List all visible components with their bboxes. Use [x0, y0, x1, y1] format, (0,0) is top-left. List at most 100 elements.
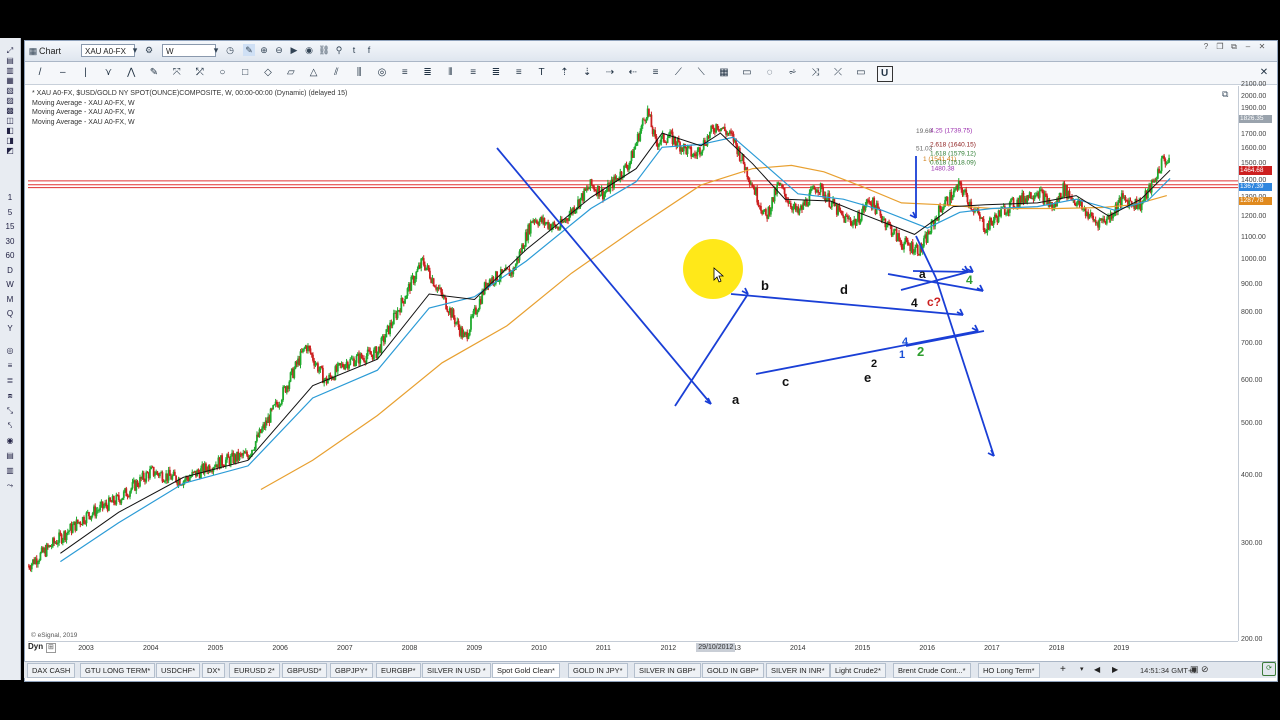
tab-12[interactable]: GOLD IN GBP* [702, 663, 764, 678]
drawing-tool-icon[interactable]: ⋎ [101, 66, 115, 80]
drawing-tool-icon[interactable]: ○ [215, 66, 229, 80]
drawing-tool-icon[interactable]: ≣ [489, 66, 503, 80]
tab-2[interactable]: USDCHF* [156, 663, 201, 678]
timeframe-button[interactable]: 30 [4, 237, 16, 247]
facebook-icon[interactable]: f [363, 44, 375, 56]
left-tool-icon[interactable]: ◧ [4, 126, 16, 136]
left-tool-icon[interactable]: ≡ [4, 361, 16, 371]
tab-9[interactable]: Spot Gold Clean* [492, 663, 560, 678]
price-chart[interactable]: abcde241 24ac?44.25 (1739.75)2.618 (1640.… [28, 86, 1238, 641]
tab-7[interactable]: EURGBP* [376, 663, 421, 678]
help-icon[interactable]: ? [1201, 42, 1211, 52]
drawing-tool-icon[interactable]: ≣ [421, 66, 435, 80]
drawing-tool-icon[interactable]: ≡ [398, 66, 412, 80]
close-toolbar-icon[interactable]: ✕ [1257, 66, 1271, 80]
drawing-tool-icon[interactable]: △ [307, 66, 321, 80]
drawing-tool-icon[interactable]: ⇠ [626, 66, 640, 80]
drawing-tool-icon[interactable]: ▱ [284, 66, 298, 80]
timeframe-button[interactable]: 5 [4, 208, 16, 218]
left-tool-icon[interactable]: ⤡ [4, 406, 16, 416]
drawing-tool-icon[interactable]: ⟍ [694, 66, 708, 80]
drawing-tool-icon[interactable]: ▦ [717, 66, 731, 80]
drawing-tool-icon[interactable]: U [876, 66, 893, 82]
detach-icon[interactable]: ⧉ [1229, 42, 1239, 52]
axis-grid-icon[interactable]: ⊞ [46, 643, 56, 653]
timeframe-button[interactable]: 15 [4, 222, 16, 232]
drawing-tool-icon[interactable]: ⇡ [557, 66, 571, 80]
drawing-tool-icon[interactable]: ◌ [763, 66, 777, 80]
left-tool-icon[interactable]: ▥ [4, 466, 16, 476]
tab-1[interactable]: GTU LONG TERM* [80, 663, 156, 678]
left-tool-icon[interactable]: ⤢ [4, 46, 16, 56]
drawing-tool-icon[interactable]: / [33, 66, 47, 80]
drawing-tool-icon[interactable]: ⫽ [329, 66, 343, 80]
panel-menu-icon[interactable]: ⧉ [1222, 89, 1228, 100]
tab-prev-icon[interactable]: ◀ [1094, 663, 1100, 676]
timeframe-button[interactable]: 1 [4, 193, 16, 203]
drawing-tool-icon[interactable]: T [535, 66, 549, 80]
minimize-icon[interactable]: – [1243, 42, 1253, 52]
drawing-tool-icon[interactable]: ⇢ [603, 66, 617, 80]
drawing-tool-icon[interactable]: ▭ [740, 66, 754, 80]
restore-icon[interactable]: ❐ [1215, 42, 1225, 52]
left-tool-icon[interactable]: ▧ [4, 86, 16, 96]
timeframe-button[interactable]: D [4, 266, 16, 276]
left-tool-icon[interactable]: ≣ [4, 376, 16, 386]
drawing-tool-icon[interactable]: ≡ [512, 66, 526, 80]
twitter-icon[interactable]: t [348, 44, 360, 56]
left-tool-icon[interactable]: ⤳ [4, 481, 16, 491]
timeframe-button[interactable]: M [4, 295, 16, 305]
drawing-tool-icon[interactable]: ⩫ [785, 66, 799, 80]
zoom-in-icon[interactable]: ⊕ [258, 44, 270, 56]
tab-4[interactable]: EURUSD 2* [229, 663, 280, 678]
drawing-tool-icon[interactable]: | [79, 66, 93, 80]
left-tool-icon[interactable]: ⤣ [4, 421, 16, 431]
tab-15[interactable]: Brent Crude Cont...* [893, 663, 971, 678]
tab-5[interactable]: GBPUSD* [282, 663, 327, 678]
drawing-tool-icon[interactable]: □ [238, 66, 252, 80]
drawing-tool-icon[interactable]: ⤱ [193, 66, 207, 80]
drawing-tool-icon[interactable]: ⤧ [170, 66, 184, 80]
play-icon[interactable]: ▶ [288, 44, 300, 56]
tab-13[interactable]: SILVER IN INR* [766, 663, 830, 678]
price-axis[interactable]: 2100.002000.001900.001800.001700.001600.… [1238, 81, 1273, 643]
left-tool-icon[interactable]: ▩ [4, 106, 16, 116]
drawing-tool-icon[interactable]: ⋀ [124, 66, 138, 80]
drawing-tool-icon[interactable]: ⫴ [443, 66, 457, 80]
drawing-tool-icon[interactable]: ⟋ [671, 66, 685, 80]
drawing-tool-icon[interactable]: ≡ [649, 66, 663, 80]
drawing-tool-icon[interactable]: ⇣ [580, 66, 594, 80]
dyn-label[interactable]: Dyn [28, 642, 43, 651]
drawing-tool-icon[interactable]: ◎ [375, 66, 389, 80]
timeframe-button[interactable]: Y [4, 324, 16, 334]
drawing-tool-icon[interactable]: ≡ [466, 66, 480, 80]
tab-dropdown-icon[interactable]: ▾ [1080, 663, 1084, 676]
interval-dropdown-icon[interactable]: ▾ [210, 44, 222, 56]
tab-10[interactable]: GOLD IN JPY* [568, 663, 628, 678]
left-tool-icon[interactable]: ◉ [4, 436, 16, 446]
timeframe-button[interactable]: W [4, 280, 16, 290]
left-tool-icon[interactable]: ▤ [4, 451, 16, 461]
drawing-tool-icon[interactable]: ⫼ [352, 66, 366, 80]
left-tool-icon[interactable]: ▥ [4, 66, 16, 76]
symbol-input[interactable]: XAU A0-FX [81, 44, 135, 57]
tab-3[interactable]: DX* [202, 663, 226, 678]
drawing-tool-icon[interactable]: ▭ [854, 66, 868, 80]
left-tool-icon[interactable]: ◩ [4, 146, 16, 156]
link-icon[interactable]: ⛓ [318, 44, 330, 56]
close-icon[interactable]: ✕ [1257, 42, 1267, 52]
zoom-out-icon[interactable]: ⊖ [273, 44, 285, 56]
drawing-tool-icon[interactable]: ⤫ [831, 66, 845, 80]
drawing-tool-icon[interactable]: ⤨ [808, 66, 822, 80]
drawing-tool-icon[interactable]: ✎ [147, 66, 161, 80]
scroll-icon[interactable]: ◉ [303, 44, 315, 56]
left-tool-icon[interactable]: ◎ [4, 346, 16, 356]
status-icons[interactable]: ▣ ⊘ [1190, 664, 1209, 675]
tab-16[interactable]: HO Long Term* [978, 663, 1040, 678]
left-tool-icon[interactable]: ▨ [4, 96, 16, 106]
left-tool-icon[interactable]: ◨ [4, 136, 16, 146]
symbol-dropdown-icon[interactable]: ▾ [129, 44, 141, 56]
left-tool-icon[interactable]: ◫ [4, 116, 16, 126]
tab-14[interactable]: Light Crude2* [830, 663, 886, 678]
time-axis[interactable]: 2003 2004 2005 2006 2007 2008 2009 2010 2011 2012… [28, 641, 1238, 655]
